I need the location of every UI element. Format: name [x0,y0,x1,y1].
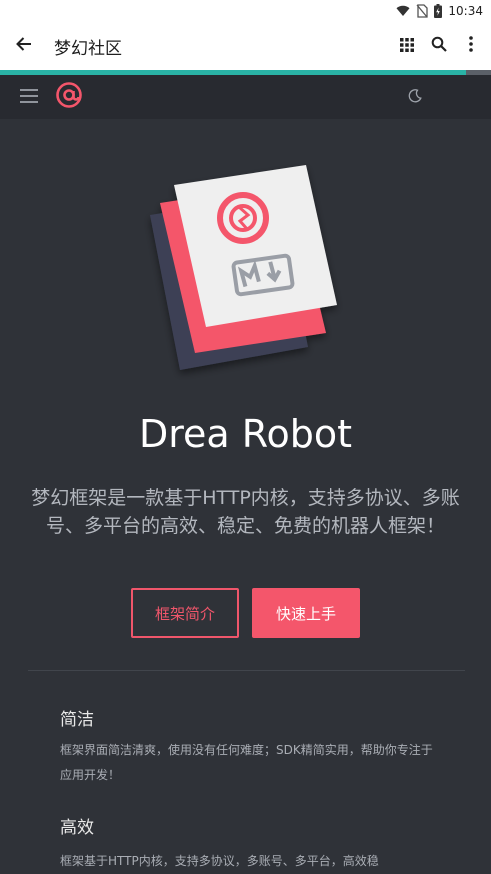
app-title: 梦幻社区 [54,38,122,59]
app-bar: 梦幻社区 [0,22,491,70]
search-icon [431,36,447,56]
status-bar: 10:34 [0,0,491,22]
site-logo[interactable] [54,82,84,112]
moon-icon [408,88,422,107]
no-sim-icon [416,4,429,18]
at-logo-icon [55,81,83,113]
arrow-left-icon [15,35,33,57]
hero-tagline: 梦幻框架是一款基于HTTP内核，支持多协议、多账号、多平台的高效、稳定、免费的机… [31,487,460,537]
wifi-icon [396,5,410,17]
more-options-button[interactable] [455,22,487,70]
more-vertical-icon [469,36,473,56]
feature-desc: 框架界面简洁清爽，使用没有任何难度；SDK精简实用，帮助你专注于应用开发！ [60,743,433,782]
apps-grid-button[interactable] [391,22,423,70]
hero-title: Drea Robot [138,412,352,456]
section-divider [28,670,465,671]
feature-desc: 框架基于HTTP内核，支持多协议，多账号、多平台，高效稳 [60,854,379,868]
hamburger-menu-icon [20,88,38,107]
feature-title: 简洁 [60,710,94,730]
clock: 10:34 [448,4,483,18]
quickstart-button[interactable]: 快速上手 [252,588,360,638]
apps-grid-icon [400,37,414,56]
intro-button[interactable]: 框架简介 [131,588,239,638]
theme-toggle-button[interactable] [404,86,426,108]
feature-title: 高效 [60,818,94,838]
site-nav [0,75,491,119]
menu-button[interactable] [18,86,40,108]
hero-illustration [140,155,355,380]
back-button[interactable] [2,22,46,70]
battery-charging-icon [434,4,443,18]
search-button[interactable] [423,22,455,70]
